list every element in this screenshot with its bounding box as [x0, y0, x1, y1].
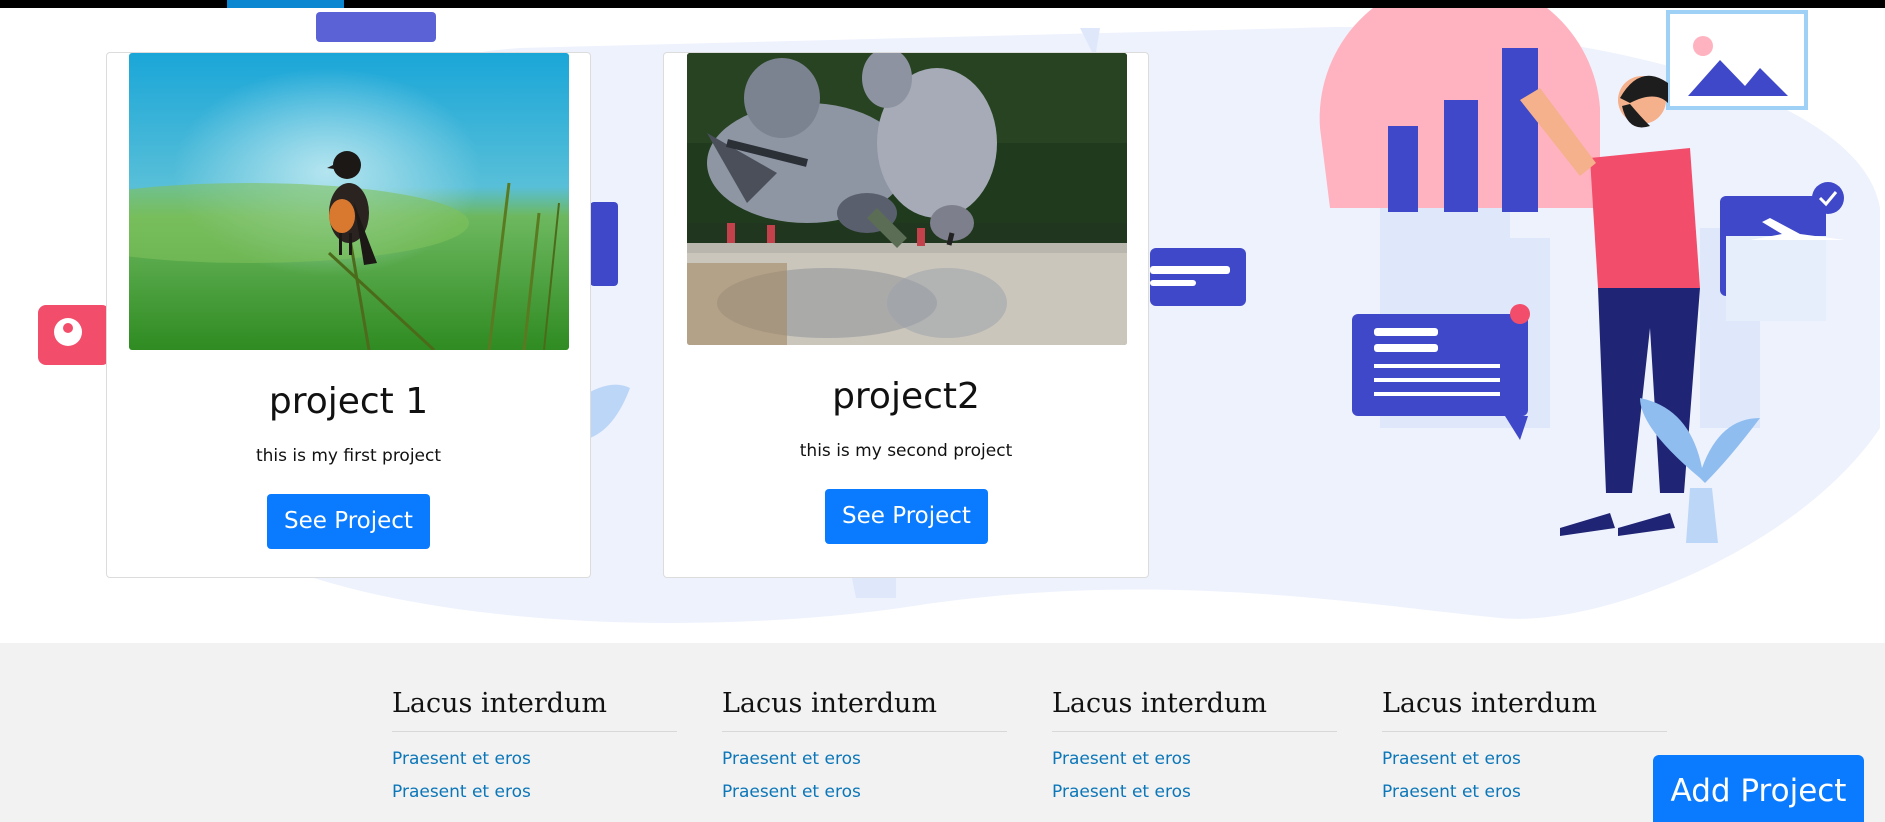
footer-column-3: Lacus interdum Praesent et eros Praesent…	[1052, 688, 1337, 801]
see-project-2-button[interactable]: See Project	[825, 489, 988, 544]
bird-photo	[129, 53, 569, 350]
project-card-2: project2 this is my second project See P…	[663, 52, 1149, 578]
project-1-image	[129, 53, 569, 350]
footer-link[interactable]: Praesent et eros	[722, 751, 1007, 768]
footer-link[interactable]: Praesent et eros	[1052, 784, 1337, 801]
project-2-image	[687, 53, 1127, 345]
footer-column-heading: Lacus interdum	[392, 688, 677, 732]
footer-link[interactable]: Praesent et eros	[1382, 751, 1667, 768]
project-2-title: project2	[832, 376, 980, 417]
footer-column-heading: Lacus interdum	[1382, 688, 1667, 732]
footer-link[interactable]: Praesent et eros	[1052, 751, 1337, 768]
footer-link[interactable]: Praesent et eros	[722, 784, 1007, 801]
footer-link[interactable]: Praesent et eros	[392, 751, 677, 768]
footer-column-4: Lacus interdum Praesent et eros Praesent…	[1382, 688, 1667, 801]
top-progress-bar	[0, 0, 1885, 8]
add-project-button[interactable]: Add Project	[1653, 755, 1864, 822]
hero-section: project 1 this is my first project See P…	[0, 8, 1885, 643]
footer-column-2: Lacus interdum Praesent et eros Praesent…	[722, 688, 1007, 801]
pigeons-photo	[687, 53, 1127, 345]
project-1-description: this is my first project	[255, 446, 442, 466]
footer-link[interactable]: Praesent et eros	[392, 784, 677, 801]
project-1-title: project 1	[268, 381, 429, 422]
see-project-1-button[interactable]: See Project	[267, 494, 430, 549]
project-2-description: this is my second project	[799, 441, 1013, 461]
footer-column-heading: Lacus interdum	[722, 688, 1007, 732]
footer-column-1: Lacus interdum Praesent et eros Praesent…	[392, 688, 677, 801]
footer-link[interactable]: Praesent et eros	[1382, 784, 1667, 801]
project-card-1: project 1 this is my first project See P…	[106, 52, 591, 578]
footer: Lacus interdum Praesent et eros Praesent…	[0, 643, 1885, 822]
top-progress-accent	[227, 0, 344, 8]
footer-column-heading: Lacus interdum	[1052, 688, 1337, 732]
